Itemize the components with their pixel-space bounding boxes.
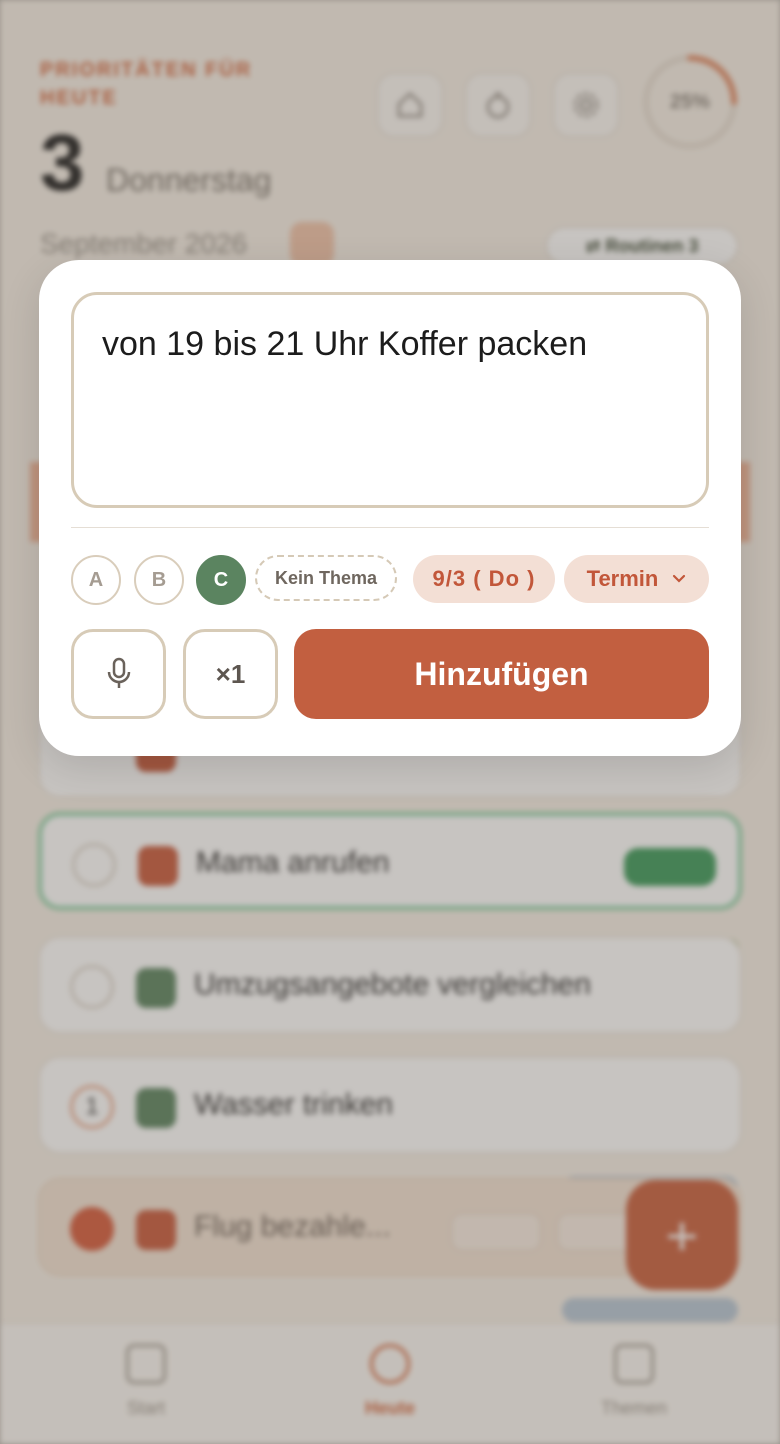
priority-b-button[interactable]: B (134, 555, 184, 605)
termin-dropdown[interactable]: Termin (564, 555, 709, 603)
priority-a-button[interactable]: A (71, 555, 121, 605)
priority-c-button[interactable]: C (196, 555, 246, 605)
add-button[interactable]: Hinzufügen (294, 629, 709, 719)
microphone-icon (107, 657, 130, 688)
theme-chip[interactable]: Kein Thema (255, 555, 397, 601)
add-task-dialog: A B C Kein Thema 9/3 ( Do ) Termin ×1 Hi… (39, 260, 741, 756)
voice-input-button[interactable] (71, 629, 166, 719)
date-chip[interactable]: 9/3 ( Do ) (413, 555, 555, 603)
repeat-count-button[interactable]: ×1 (183, 629, 278, 719)
chevron-down-icon (673, 574, 686, 583)
termin-label: Termin (586, 566, 659, 591)
divider (71, 527, 709, 528)
task-text-input[interactable] (71, 292, 709, 508)
